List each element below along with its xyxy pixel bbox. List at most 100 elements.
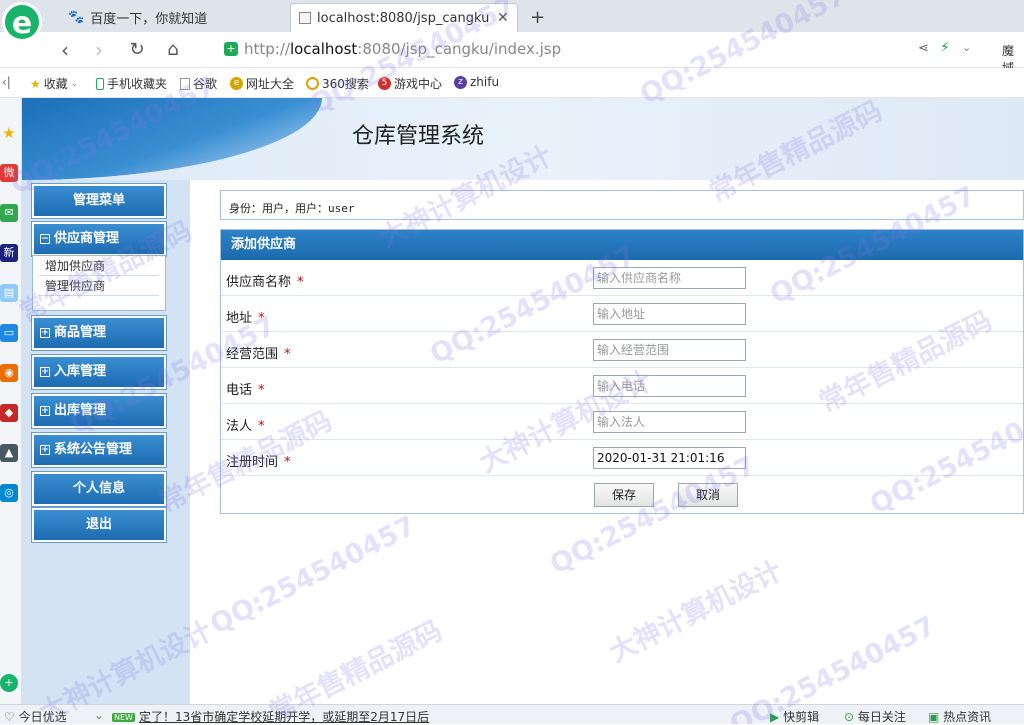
browser-status-bar: ♡ 今日优选 ⌄ NEW 定了！13省市确定学校延期开学，或延期至2月17日后 ▶… xyxy=(0,704,1024,724)
field-label: 经营范围 xyxy=(226,347,279,362)
share-icon[interactable]: ⋖ xyxy=(918,41,929,56)
bookmark-google[interactable]: 谷歌 xyxy=(180,75,217,92)
play-circle-icon: ⊙ xyxy=(844,710,855,724)
field-label: 地址 xyxy=(226,311,253,326)
add-supplier-form: 添加供应商 供应商名称* 地址* 经营范围* 电话* 法人* 注册时间* 保存 … xyxy=(220,229,1024,514)
secure-shield-icon: + xyxy=(224,42,238,56)
bookmark-hao[interactable]: e 网址大全 xyxy=(230,75,294,92)
game-icon: 5 xyxy=(378,77,391,90)
bookmark-zhifu[interactable]: z zhifu xyxy=(454,75,499,89)
browser-tab-bar: e 🐾 百度一下，你就知道 localhost:8080/jsp_cangku/… xyxy=(0,0,1024,42)
supplier-name-input[interactable] xyxy=(593,267,746,289)
daily-focus[interactable]: ⊙ 每日关注 xyxy=(844,708,906,725)
form-row-address: 地址 * xyxy=(221,296,1023,332)
collapse-icon: − xyxy=(40,234,50,244)
forward-arrow-icon[interactable]: › xyxy=(86,38,112,62)
news-icon: ▣ xyxy=(928,710,940,724)
game-icon[interactable]: ◉ xyxy=(0,364,18,382)
back-arrow-icon[interactable]: ‹ xyxy=(52,38,78,62)
address-bar: ‹ › ↻ ⌂ + http://localhost:8080/jsp_cang… xyxy=(0,32,1024,75)
browser-logo-icon[interactable]: e xyxy=(2,2,42,42)
field-label: 电话 xyxy=(226,383,253,398)
bookmark-games[interactable]: 5 游戏中心 xyxy=(378,75,442,92)
required-mark: * xyxy=(258,419,265,434)
form-row-phone: 电话 * xyxy=(221,368,1023,404)
star-icon: ★ xyxy=(30,76,41,91)
expand-icon: + xyxy=(40,367,50,377)
header-banner: 仓库管理系统 xyxy=(22,98,1024,180)
required-mark: * xyxy=(258,383,265,398)
chevron-down-icon[interactable]: ⌄ xyxy=(94,708,104,722)
form-row-legal-person: 法人 * xyxy=(221,404,1023,440)
menu-group-outbound[interactable]: + 出库管理 xyxy=(31,393,167,429)
bookmark-favorites[interactable]: ★ 收藏 ⌄ xyxy=(30,75,78,92)
save-button[interactable]: 保存 xyxy=(594,483,654,507)
link-icon: z xyxy=(454,75,467,89)
expand-icon: + xyxy=(40,328,50,338)
menu-group-notice[interactable]: + 系统公告管理 xyxy=(31,432,167,468)
news-ticker[interactable]: NEW 定了！13省市确定学校延期开学，或延期至2月17日后 xyxy=(112,708,429,725)
registration-time-input[interactable] xyxy=(593,447,746,469)
news-icon[interactable]: 新 xyxy=(0,244,18,262)
menu-personal-info[interactable]: 个人信息 xyxy=(31,471,167,507)
browser-side-strip: ★ 微 ✉ 新 ▤ ▭ ◉ ◆ ▲ ◎ + xyxy=(0,98,22,704)
search-icon xyxy=(306,77,319,90)
screen-icon[interactable]: ▭ xyxy=(0,324,18,342)
new-badge: NEW xyxy=(112,713,135,722)
bookmark-360search[interactable]: 360搜索 xyxy=(306,75,369,92)
doc-icon[interactable]: ▤ xyxy=(0,284,18,302)
today-picks[interactable]: ♡ 今日优选 xyxy=(4,708,67,725)
menu-item-manage-supplier[interactable]: 管理供应商 xyxy=(39,276,159,296)
url-field[interactable]: http://localhost:8080/jsp_cangku/index.j… xyxy=(244,40,561,58)
globe-icon: e xyxy=(230,77,243,90)
menu-logout[interactable]: 退出 xyxy=(31,507,167,543)
add-icon[interactable]: + xyxy=(0,674,18,692)
legal-person-input[interactable] xyxy=(593,411,746,433)
heart-icon: ♡ xyxy=(4,710,15,724)
identity-bar: 身份：用户，用户：user xyxy=(220,190,1024,220)
weibo-icon[interactable]: 微 xyxy=(0,164,18,182)
phone-icon xyxy=(96,77,104,90)
page-title: 仓库管理系统 xyxy=(352,124,485,149)
field-label: 供应商名称 xyxy=(226,275,292,290)
banner-wave xyxy=(22,98,322,180)
chevron-down-icon[interactable]: ⌄ xyxy=(962,41,971,54)
tab-title: localhost:8080/jsp_cangku/inde xyxy=(317,10,489,26)
supplier-submenu: 增加供应商 管理供应商 xyxy=(32,255,166,311)
hot-news[interactable]: ▣ 热点资讯 xyxy=(928,708,991,725)
paw-icon: 🐾 xyxy=(68,10,85,25)
bookmark-bar: ‹| ★ 收藏 ⌄ 手机收藏夹 谷歌 e 网址大全 360搜索 5 游戏中心 z zhif… xyxy=(0,68,1024,98)
game-icon[interactable]: ▲ xyxy=(0,444,18,462)
close-tab-icon[interactable]: ✕ xyxy=(497,10,509,26)
sidebar-toggle-icon[interactable]: ‹| xyxy=(2,75,11,89)
page-icon xyxy=(180,77,190,90)
quick-edit[interactable]: ▶ 快剪辑 xyxy=(770,708,819,725)
reload-icon[interactable]: ↻ xyxy=(124,38,150,62)
business-scope-input[interactable] xyxy=(593,339,746,361)
form-row-scope: 经营范围 * xyxy=(221,332,1023,368)
menu-group-supplier[interactable]: − 供应商管理 xyxy=(31,221,167,257)
menu-group-goods[interactable]: + 商品管理 xyxy=(31,315,167,351)
lightning-icon[interactable]: ⚡ xyxy=(940,40,950,56)
video-icon: ▶ xyxy=(770,710,780,724)
menu-item-add-supplier[interactable]: 增加供应商 xyxy=(39,256,159,276)
star-icon[interactable]: ★ xyxy=(0,124,18,142)
tab-title: 百度一下，你就知道 xyxy=(90,12,208,27)
menu-header: 管理菜单 xyxy=(31,183,167,219)
form-row-reg-time: 注册时间 * xyxy=(221,440,1023,476)
expand-icon: + xyxy=(40,445,50,455)
chevron-down-icon: ⌄ xyxy=(70,78,79,89)
phone-input[interactable] xyxy=(593,375,746,397)
app-icon[interactable]: ◎ xyxy=(0,484,18,502)
cancel-button[interactable]: 取消 xyxy=(678,483,738,507)
tab-baidu[interactable]: 🐾 百度一下，你就知道 xyxy=(60,3,286,32)
new-tab-button[interactable]: + xyxy=(522,3,550,32)
game-icon[interactable]: ◆ xyxy=(0,404,18,422)
form-title: 添加供应商 xyxy=(221,230,1023,260)
menu-group-inbound[interactable]: + 入库管理 xyxy=(31,354,167,390)
bookmark-mobile[interactable]: 手机收藏夹 xyxy=(96,75,167,92)
tab-localhost[interactable]: localhost:8080/jsp_cangku/inde ✕ xyxy=(290,3,518,32)
mail-icon[interactable]: ✉ xyxy=(0,204,18,222)
home-icon[interactable]: ⌂ xyxy=(160,38,186,62)
address-input[interactable] xyxy=(593,303,746,325)
